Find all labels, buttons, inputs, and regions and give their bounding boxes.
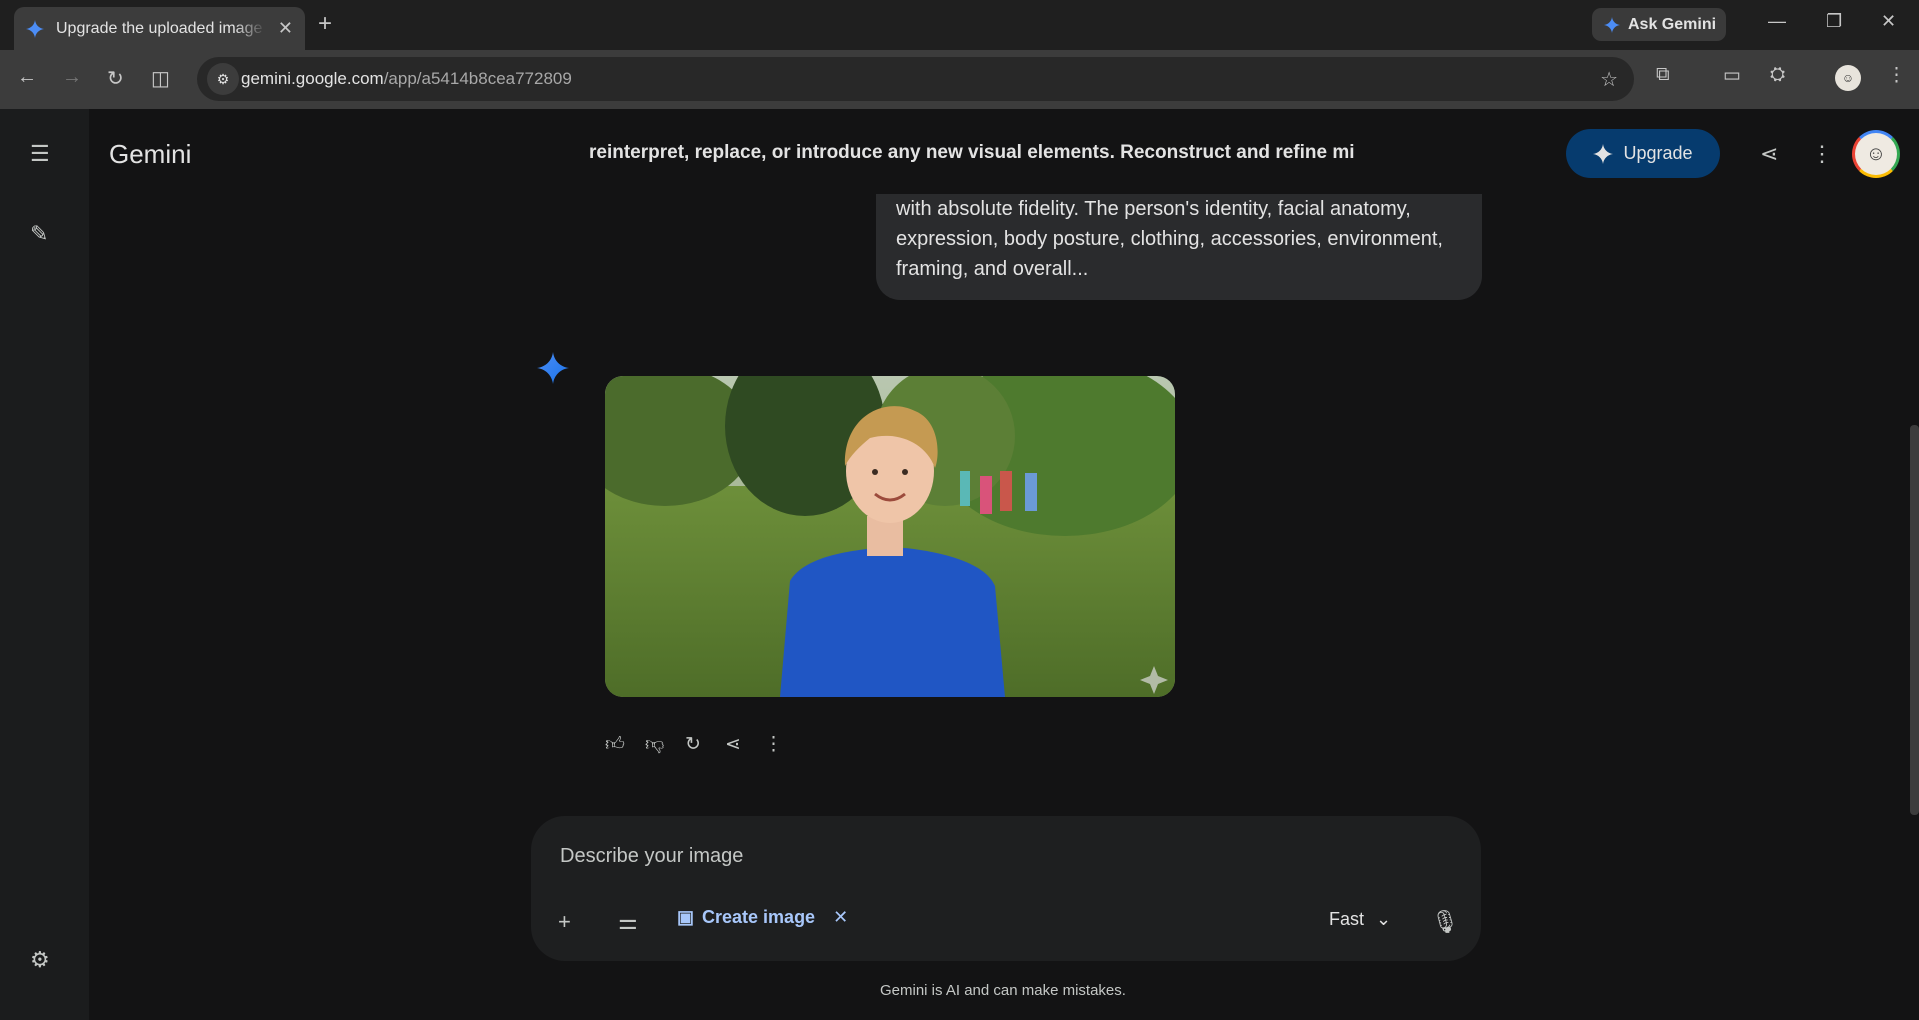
- add-icon[interactable]: +: [558, 909, 571, 935]
- site-info-icon[interactable]: ⚙: [207, 63, 239, 95]
- more-actions-icon[interactable]: ⋮: [764, 733, 783, 756]
- tools-icon[interactable]: ⚌: [618, 909, 638, 935]
- more-options-icon[interactable]: ⋮: [1811, 141, 1833, 167]
- model-selector[interactable]: Fast ⌄: [1329, 909, 1391, 930]
- upgrade-spark-icon: [1593, 143, 1614, 164]
- browser-tab[interactable]: Upgrade the uploaded image in ✕: [14, 7, 305, 50]
- thumbs-up-icon[interactable]: 👍︎: [605, 733, 625, 756]
- microphone-icon[interactable]: 🎙︎: [1431, 909, 1459, 935]
- gemini-favicon-icon: [26, 19, 44, 38]
- browser-toolbar: ← → ↻ ◫ ⚙ gemini.google.com/app/a5414b8c…: [0, 50, 1919, 109]
- url-host: gemini.google.com: [241, 69, 384, 88]
- cast-search-icon[interactable]: ▭: [1723, 64, 1741, 87]
- page-scrollbar[interactable]: [1910, 425, 1919, 815]
- restore-icon[interactable]: ❐: [1826, 11, 1842, 32]
- share-response-icon[interactable]: ⋖: [725, 733, 741, 756]
- tab-strip: Upgrade the uploaded image in ✕ + Ask Ge…: [0, 0, 1919, 50]
- tab-close-icon[interactable]: ✕: [278, 18, 293, 39]
- sidebar: ☰ ✎ ⚙: [0, 109, 89, 1020]
- share-icon[interactable]: ⋖: [1760, 141, 1778, 167]
- extensions-icon[interactable]: ⧉: [1656, 64, 1670, 86]
- gemini-spark-icon: [1604, 16, 1620, 33]
- thumbs-down-icon[interactable]: 👎︎: [645, 733, 664, 756]
- split-view-icon[interactable]: ◫: [151, 66, 170, 91]
- forward-icon[interactable]: →: [62, 66, 82, 89]
- browser-menu-icon[interactable]: ⋮: [1887, 64, 1906, 87]
- chat-title: reinterpret, replace, or introduce any n…: [589, 142, 1355, 163]
- composer[interactable]: Describe your image + ⚌ ▣ Create image ✕…: [531, 816, 1481, 961]
- main-content: Gemini reinterpret, replace, or introduc…: [89, 109, 1919, 1020]
- model-label: Fast: [1329, 909, 1365, 929]
- generated-image[interactable]: [605, 376, 1175, 697]
- prompt-input[interactable]: Describe your image: [560, 845, 743, 868]
- reload-icon[interactable]: ↻: [107, 66, 124, 91]
- address-bar[interactable]: ⚙ gemini.google.com/app/a5414b8cea772809…: [197, 57, 1634, 101]
- upgrade-label: Upgrade: [1623, 143, 1693, 163]
- create-image-label: Create image: [702, 907, 816, 927]
- gemini-response-spark-icon: [537, 352, 569, 384]
- close-window-icon[interactable]: ✕: [1881, 11, 1896, 32]
- main-menu-icon[interactable]: ☰: [30, 141, 50, 167]
- regenerate-icon[interactable]: ↻: [685, 733, 701, 756]
- url-text[interactable]: gemini.google.com/app/a5414b8cea772809: [241, 69, 572, 89]
- chevron-down-icon: ⌄: [1376, 909, 1392, 929]
- ask-gemini-label: Ask Gemini: [1628, 15, 1717, 33]
- tab-title: Upgrade the uploaded image in: [56, 19, 266, 37]
- upgrade-button[interactable]: Upgrade: [1566, 129, 1720, 178]
- disclaimer-text: Gemini is AI and can make mistakes.: [880, 982, 1126, 999]
- settings-icon[interactable]: ⚙: [30, 947, 50, 973]
- brand-title[interactable]: Gemini: [109, 139, 191, 170]
- create-image-chip[interactable]: ▣ Create image ✕: [677, 907, 848, 928]
- bookmark-star-icon[interactable]: ☆: [1600, 67, 1618, 92]
- image-icon: ▣: [677, 907, 695, 927]
- browser-profile-avatar[interactable]: ☺: [1835, 65, 1861, 91]
- account-avatar[interactable]: ☺: [1852, 130, 1900, 178]
- new-tab-button[interactable]: +: [318, 10, 332, 38]
- url-path: /app/a5414b8cea772809: [383, 69, 572, 88]
- back-icon[interactable]: ←: [17, 66, 37, 89]
- ask-gemini-button[interactable]: Ask Gemini: [1592, 8, 1726, 41]
- incognito-icon[interactable]: ⛭: [1770, 64, 1785, 86]
- user-message-bubble: with absolute fidelity. The person's ide…: [876, 194, 1482, 300]
- new-chat-icon[interactable]: ✎: [30, 221, 48, 247]
- minimize-icon[interactable]: —: [1768, 11, 1786, 32]
- remove-chip-icon[interactable]: ✕: [833, 907, 848, 928]
- generated-image-picture: [605, 376, 1175, 697]
